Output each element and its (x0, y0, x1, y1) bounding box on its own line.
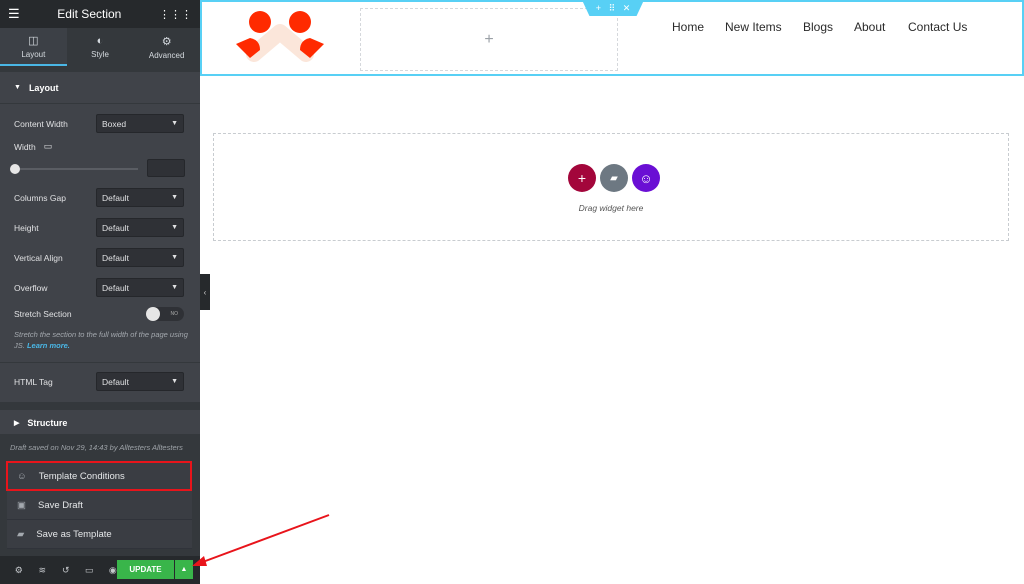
annotation-arrow (192, 514, 330, 566)
